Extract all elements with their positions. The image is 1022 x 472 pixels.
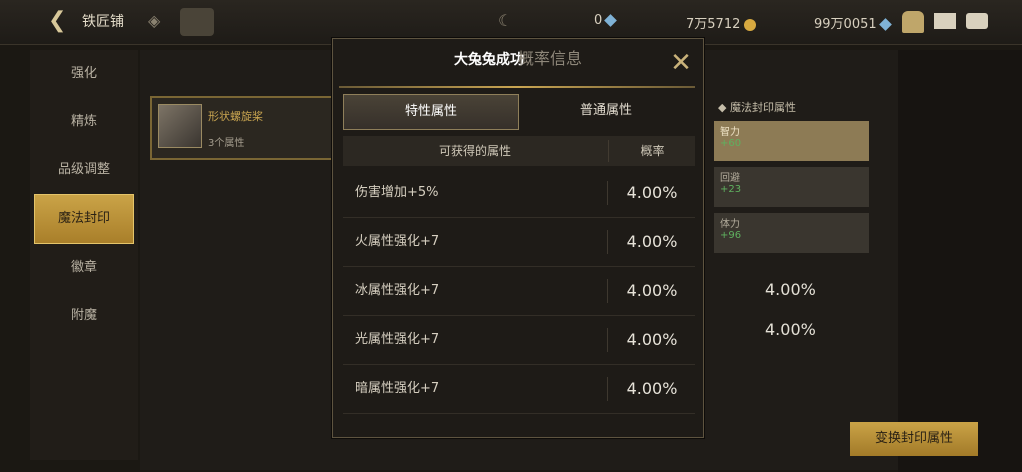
item-sub: 3个属性	[208, 138, 245, 149]
attribute-name: 伤害增加+5%	[355, 185, 439, 200]
modal-title-text: 大兔兔成功	[453, 52, 524, 68]
seal-probability: 4.00%	[765, 320, 816, 339]
attribute-probability: 4.00%	[626, 232, 678, 251]
seal-card-value: +60	[720, 138, 742, 149]
column-probability: 概率	[608, 140, 696, 162]
sidebar-item-emblem[interactable]: 徽章	[30, 244, 138, 292]
item-name: 形状螺旋桨	[208, 110, 263, 123]
attribute-name: 光属性强化+7	[355, 332, 440, 347]
item-card[interactable]: 形状螺旋桨 3个属性	[150, 96, 334, 160]
seal-card-label: 回避	[720, 173, 740, 184]
modal-title: 大兔兔成功概率信息	[333, 45, 703, 69]
table-header: 可获得的属性 概率	[343, 136, 695, 166]
seal-probability: 4.00%	[765, 280, 816, 299]
diamond-menu-icon[interactable]: ◈	[148, 11, 170, 33]
transform-seal-button[interactable]: 变换封印属性	[850, 422, 978, 456]
title-divider	[339, 86, 695, 88]
chat-icon[interactable]	[966, 13, 988, 29]
attribute-table: 伤害增加+5% 4.00% 火属性强化+7 4.00% 冰属性强化+7 4.00% 光…	[343, 169, 695, 414]
mail-badge-icon[interactable]	[180, 8, 214, 36]
crescent-icon: ☾	[498, 11, 513, 30]
seal-card[interactable]: 回避 +23	[714, 167, 869, 207]
right-column	[898, 50, 1022, 472]
sidebar: 强化 精炼 品级调整 魔法封印 徽章 附魔	[30, 50, 138, 460]
gem-icon	[878, 18, 892, 31]
attribute-probability: 4.00%	[626, 281, 678, 300]
attribute-name: 火属性强化+7	[355, 234, 440, 249]
gem-icon	[604, 14, 618, 27]
resource-b: 7万5712	[686, 13, 757, 32]
modal-title-ghost: 概率信息	[517, 49, 582, 68]
probability-modal: 大兔兔成功概率信息 ✕ 特性属性 普通属性 可获得的属性 概率 伤害增加+5% 4…	[332, 38, 704, 438]
sidebar-item-magic-seal[interactable]: 魔法封印	[34, 194, 134, 244]
attribute-probability: 4.00%	[626, 183, 678, 202]
table-row: 伤害增加+5% 4.00%	[343, 169, 695, 218]
attribute-name: 冰属性强化+7	[355, 283, 440, 298]
seal-card-label: 体力	[720, 219, 740, 230]
attribute-probability: 4.00%	[626, 330, 678, 349]
sidebar-item-refine[interactable]: 精炼	[30, 98, 138, 146]
sidebar-item-enhance[interactable]: 强化	[30, 50, 138, 98]
tab-normal-attributes[interactable]: 普通属性	[519, 94, 693, 128]
seal-card[interactable]: 智力 +60	[714, 121, 869, 161]
item-thumbnail	[158, 104, 202, 148]
seal-card-value: +96	[720, 230, 742, 241]
seal-card-value: +23	[720, 184, 742, 195]
sidebar-item-enchant[interactable]: 附魔	[30, 292, 138, 340]
table-row: 冰属性强化+7 4.00%	[343, 267, 695, 316]
gold-bag-icon[interactable]	[902, 11, 924, 33]
page-title: 铁匠铺	[82, 14, 124, 30]
table-row: 火属性强化+7 4.00%	[343, 218, 695, 267]
tab-bar: 特性属性 普通属性	[343, 94, 693, 130]
sidebar-item-grade[interactable]: 品级调整	[30, 146, 138, 194]
seal-heading: ◆ 魔法封印属性	[718, 101, 796, 114]
seal-card-label: 智力	[720, 127, 740, 138]
attribute-name: 暗属性强化+7	[355, 381, 440, 396]
table-row: 光属性强化+7 4.00%	[343, 316, 695, 365]
resource-c: 99万0051	[814, 13, 892, 32]
back-arrow-icon[interactable]: ❮	[48, 10, 70, 32]
resource-a: 0	[594, 13, 618, 28]
attribute-probability: 4.00%	[626, 379, 678, 398]
table-row: 暗属性强化+7 4.00%	[343, 365, 695, 414]
mail-icon[interactable]	[934, 13, 956, 29]
seal-attribute-panel: ◆ 魔法封印属性 智力 +60 回避 +23 体力 +96	[710, 95, 870, 425]
tab-special-attributes[interactable]: 特性属性	[343, 94, 519, 130]
seal-card[interactable]: 体力 +96	[714, 213, 869, 253]
column-attribute: 可获得的属性	[438, 144, 511, 158]
gold-coin-icon	[744, 18, 757, 31]
close-icon[interactable]: ✕	[669, 50, 693, 76]
